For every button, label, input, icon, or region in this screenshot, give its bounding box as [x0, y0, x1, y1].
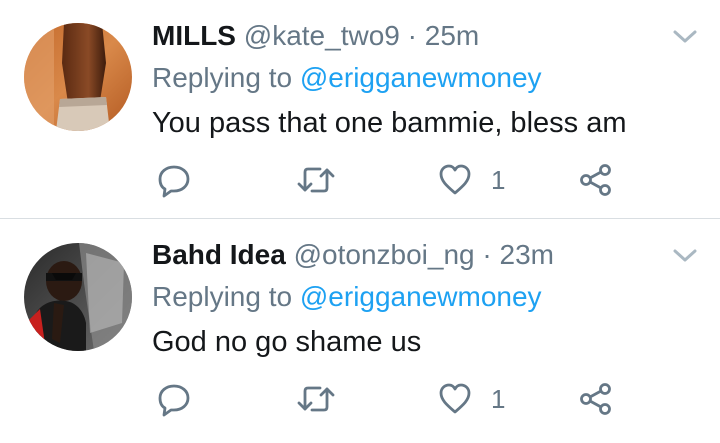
display-name[interactable]: Bahd Idea	[152, 239, 286, 270]
replying-to-label: Replying to	[152, 62, 293, 93]
replying-to-line: Replying to @erigganewmoney	[152, 60, 542, 96]
display-name[interactable]: MILLS	[152, 20, 236, 51]
avatar-photo	[24, 243, 132, 351]
user-handle[interactable]: @otonzboi_ng	[294, 239, 475, 270]
chevron-down-icon[interactable]	[672, 247, 698, 265]
tweet-text: God no go shame us	[152, 326, 422, 358]
replying-to-link[interactable]: @erigganewmoney	[300, 281, 542, 312]
separator-dot: ·	[482, 239, 492, 270]
avatar-photo	[24, 23, 132, 131]
avatar[interactable]	[24, 23, 132, 131]
user-handle[interactable]: @kate_two9	[244, 20, 400, 51]
like-button[interactable]: 1	[437, 379, 505, 419]
retweet-icon	[297, 386, 335, 412]
like-button[interactable]: 1	[437, 160, 505, 200]
replying-to-line: Replying to @erigganewmoney	[152, 279, 542, 315]
separator-dot: ·	[407, 20, 417, 51]
tweet-header: Bahd Idea @otonzboi_ng · 23m	[152, 237, 554, 273]
replying-to-link[interactable]: @erigganewmoney	[300, 62, 542, 93]
retweet-button[interactable]	[296, 379, 336, 419]
share-icon	[580, 383, 611, 415]
reply-button[interactable]	[156, 160, 192, 200]
tweet-text: You pass that one bammie, bless am	[152, 107, 627, 139]
reply-icon	[158, 165, 190, 198]
heart-icon	[439, 164, 471, 195]
chevron-down-icon[interactable]	[672, 28, 698, 46]
retweet-button[interactable]	[296, 160, 336, 200]
like-count: 1	[491, 384, 506, 414]
share-button[interactable]	[578, 160, 614, 200]
share-icon	[580, 164, 611, 196]
avatar[interactable]	[24, 243, 132, 351]
retweet-icon	[297, 167, 335, 193]
heart-icon	[439, 383, 471, 414]
timestamp[interactable]: 25m	[425, 20, 479, 51]
like-count: 1	[491, 165, 506, 195]
timestamp[interactable]: 23m	[500, 239, 554, 270]
tweet-item[interactable]: Bahd Idea @otonzboi_ng · 23m Replying to…	[0, 219, 720, 443]
tweet-item[interactable]: MILLS @kate_two9 · 25m Replying to @erig…	[0, 0, 720, 218]
reply-icon	[158, 384, 190, 417]
tweet-header: MILLS @kate_two9 · 25m	[152, 18, 479, 54]
replying-to-label: Replying to	[152, 281, 293, 312]
share-button[interactable]	[578, 379, 614, 419]
reply-button[interactable]	[156, 379, 192, 419]
